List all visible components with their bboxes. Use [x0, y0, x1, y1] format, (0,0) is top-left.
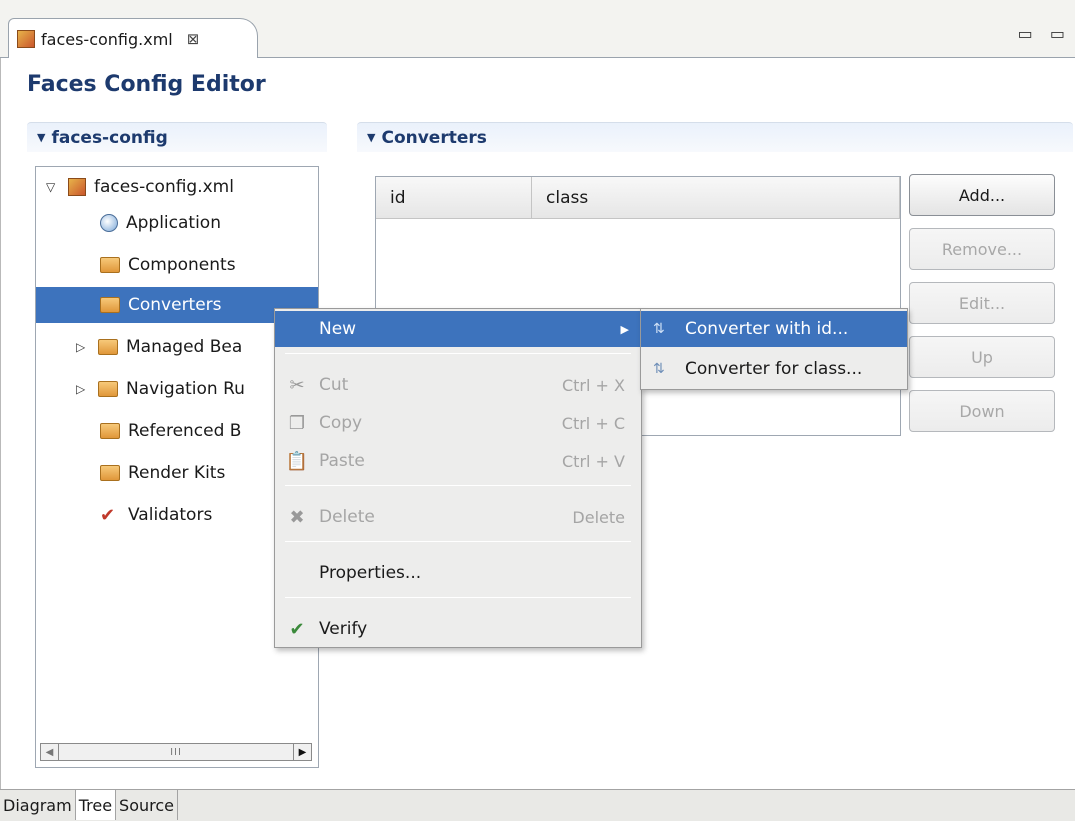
menu-separator — [285, 485, 631, 486]
tree-item-label: faces-config.xml — [94, 177, 234, 197]
editor-page-tabs: Diagram Tree Source — [0, 789, 1075, 821]
faces-config-file-icon — [68, 178, 86, 196]
remove-button[interactable]: Remove... — [909, 228, 1055, 270]
page-title: Faces Config Editor — [27, 72, 266, 97]
menu-item-paste[interactable]: 📋 Paste Ctrl + V — [275, 443, 641, 479]
folder-icon — [98, 381, 118, 397]
tree-item-application[interactable]: Application — [100, 205, 221, 241]
menu-item-label: Converter with id... — [685, 319, 849, 339]
menu-item-label: Converter for class... — [685, 359, 863, 379]
collapse-arrow-icon[interactable]: ▼ — [367, 131, 375, 144]
down-button[interactable]: Down — [909, 390, 1055, 432]
menu-item-verify[interactable]: ✔ Verify — [275, 611, 641, 647]
collapse-arrow-icon[interactable]: ▼ — [37, 131, 45, 144]
tab-diagram[interactable]: Diagram — [0, 790, 76, 820]
tree-item-components[interactable]: Components — [100, 247, 236, 283]
tree-item-root[interactable]: ▽ faces-config.xml — [46, 169, 234, 205]
folder-icon — [100, 423, 120, 439]
tree-item-label: Converters — [128, 295, 222, 315]
table-header: id class — [376, 177, 900, 219]
tree-item-label: Render Kits — [128, 463, 226, 483]
folder-icon — [100, 257, 120, 273]
column-header-id[interactable]: id — [376, 177, 532, 218]
tree-item-render-kits[interactable]: Render Kits — [100, 455, 225, 491]
menu-separator — [285, 541, 631, 542]
render-kit-icon — [100, 465, 120, 481]
up-button[interactable]: Up — [909, 336, 1055, 378]
editor-tab-strip: faces-config.xml ⊠ ▭ ▭ — [0, 0, 1075, 59]
menu-item-shortcut: Delete — [572, 507, 625, 527]
minimize-maximize-icons[interactable]: ▭ ▭ — [1018, 24, 1071, 43]
context-menu: New ▶ ✂ Cut Ctrl + X ❐ Copy Ctrl + C 📋 P… — [274, 308, 642, 648]
paste-icon: 📋 — [285, 450, 309, 472]
menu-item-label: New — [319, 319, 357, 339]
menu-item-copy[interactable]: ❐ Copy Ctrl + C — [275, 405, 641, 441]
horizontal-scrollbar[interactable]: ◀ III ▶ — [40, 743, 312, 761]
menu-item-shortcut: Ctrl + V — [562, 451, 625, 471]
scrollbar-thumb[interactable]: III — [59, 747, 293, 758]
menu-item-shortcut: Ctrl + X — [561, 375, 625, 395]
application-icon — [100, 214, 118, 232]
collapsed-twisty-icon[interactable]: ▷ — [76, 340, 90, 354]
tree-item-label: Application — [126, 213, 221, 233]
tree-item-label: Navigation Ru — [126, 379, 245, 399]
menu-item-cut[interactable]: ✂ Cut Ctrl + X — [275, 367, 641, 403]
editor-tab-faces-config[interactable]: faces-config.xml ⊠ — [8, 18, 258, 59]
menu-item-label: Cut — [319, 375, 349, 395]
tab-source[interactable]: Source — [116, 790, 178, 820]
faces-config-file-icon — [17, 30, 35, 48]
scissors-icon: ✂ — [289, 374, 305, 396]
menu-item-converter-with-id[interactable]: ⇅ Converter with id... — [641, 311, 907, 347]
submenu-arrow-icon: ▶ — [620, 322, 629, 336]
edit-button[interactable]: Edit... — [909, 282, 1055, 324]
scroll-right-icon[interactable]: ▶ — [293, 744, 311, 760]
tree-item-validators[interactable]: ✔ Validators — [100, 497, 212, 533]
section-title: faces-config — [51, 127, 168, 148]
tree-item-label: Referenced B — [128, 421, 242, 441]
new-submenu: ⇅ Converter with id... ⇅ Converter for c… — [640, 308, 908, 390]
menu-separator — [285, 353, 631, 354]
menu-item-label: Copy — [319, 413, 363, 433]
converter-icon: ⇅ — [653, 361, 665, 377]
scroll-left-icon[interactable]: ◀ — [41, 744, 59, 760]
tree-item-managed-beans[interactable]: ▷ Managed Bea — [76, 329, 242, 365]
copy-icon: ❐ — [288, 412, 306, 434]
menu-item-new[interactable]: New ▶ — [275, 311, 641, 347]
menu-item-label: Properties... — [319, 563, 422, 583]
column-header-class[interactable]: class — [532, 177, 900, 218]
faces-config-section-header[interactable]: ▼ faces-config — [27, 122, 327, 152]
tree-item-navigation-rules[interactable]: ▷ Navigation Ru — [76, 371, 245, 407]
section-title: Converters — [381, 127, 487, 148]
menu-item-shortcut: Ctrl + C — [561, 413, 625, 433]
menu-item-delete[interactable]: ✖ Delete Delete — [275, 499, 641, 535]
menu-separator — [285, 597, 631, 598]
menu-item-label: Paste — [319, 451, 365, 471]
converter-icon: ⇅ — [653, 321, 665, 337]
folder-icon — [98, 339, 118, 355]
menu-item-label: Verify — [319, 619, 368, 639]
validator-check-icon: ✔ — [100, 504, 116, 526]
verify-check-icon: ✔ — [289, 618, 305, 640]
tab-tree[interactable]: Tree — [75, 790, 117, 820]
menu-item-properties[interactable]: Properties... — [275, 555, 641, 591]
add-button[interactable]: Add... — [909, 174, 1055, 216]
tree-item-label: Components — [128, 255, 236, 275]
folder-icon — [100, 297, 120, 313]
delete-x-icon: ✖ — [289, 506, 305, 528]
collapsed-twisty-icon[interactable]: ▷ — [76, 382, 90, 396]
tree-item-label: Managed Bea — [126, 337, 243, 357]
tree-item-referenced-beans[interactable]: Referenced B — [100, 413, 241, 449]
expanded-twisty-icon[interactable]: ▽ — [46, 180, 60, 194]
converters-section-header[interactable]: ▼ Converters — [357, 122, 1073, 152]
tree-item-label: Validators — [128, 505, 213, 525]
menu-item-label: Delete — [319, 507, 375, 527]
menu-item-converter-for-class[interactable]: ⇅ Converter for class... — [641, 351, 907, 387]
close-icon[interactable]: ⊠ — [187, 30, 200, 48]
editor-tab-label: faces-config.xml — [41, 29, 173, 49]
